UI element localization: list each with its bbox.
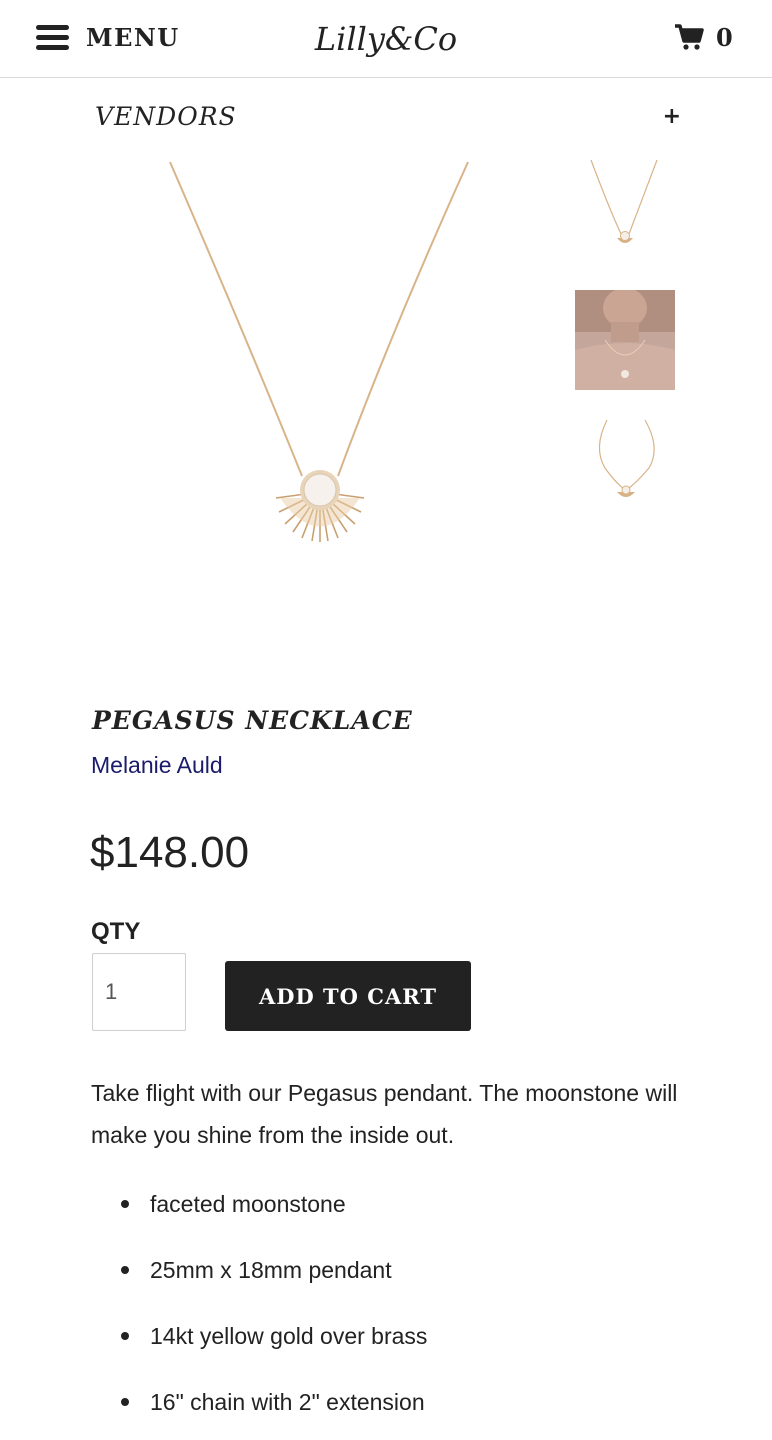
product-main-image[interactable] (150, 160, 490, 560)
hamburger-icon (36, 24, 69, 50)
thumbnail-model[interactable] (575, 290, 675, 390)
site-header: MENU Lilly&Co 0 (0, 0, 772, 78)
feature-item: 14kt yellow gold over brass (91, 1312, 691, 1378)
product-title: PEGASUS NECKLACE (92, 706, 413, 735)
thumbnail-necklace[interactable] (575, 158, 675, 258)
svg-text:Lilly&Co: Lilly&Co (314, 20, 457, 58)
vendors-label: VENDORS (95, 101, 237, 131)
feature-item: faceted moonstone (91, 1180, 691, 1246)
menu-button[interactable]: MENU (36, 20, 180, 54)
cart-button[interactable]: 0 (674, 20, 733, 54)
product-price: $148.00 (90, 828, 250, 877)
feature-list: faceted moonstone 25mm x 18mm pendant 14… (91, 1180, 691, 1440)
product-description: Take flight with our Pegasus pendant. Th… (91, 1080, 678, 1148)
shopping-cart-icon (675, 24, 704, 50)
plus-icon: + (662, 103, 681, 129)
qty-label: QTY (91, 918, 141, 945)
cart-count: 0 (716, 22, 733, 52)
vendor-link[interactable]: Melanie Auld (91, 752, 223, 779)
add-to-cart-button[interactable]: ADD TO CART (225, 961, 471, 1031)
thumbnail-necklace-full[interactable] (575, 418, 675, 518)
feature-item: 25mm x 18mm pendant (91, 1246, 691, 1312)
feature-item: 16" chain with 2" extension (91, 1378, 691, 1440)
store-logo[interactable]: Lilly&Co (300, 12, 472, 68)
vendors-accordion[interactable]: VENDORS + (95, 96, 685, 136)
menu-label: MENU (86, 22, 180, 52)
quantity-input[interactable] (92, 953, 186, 1031)
